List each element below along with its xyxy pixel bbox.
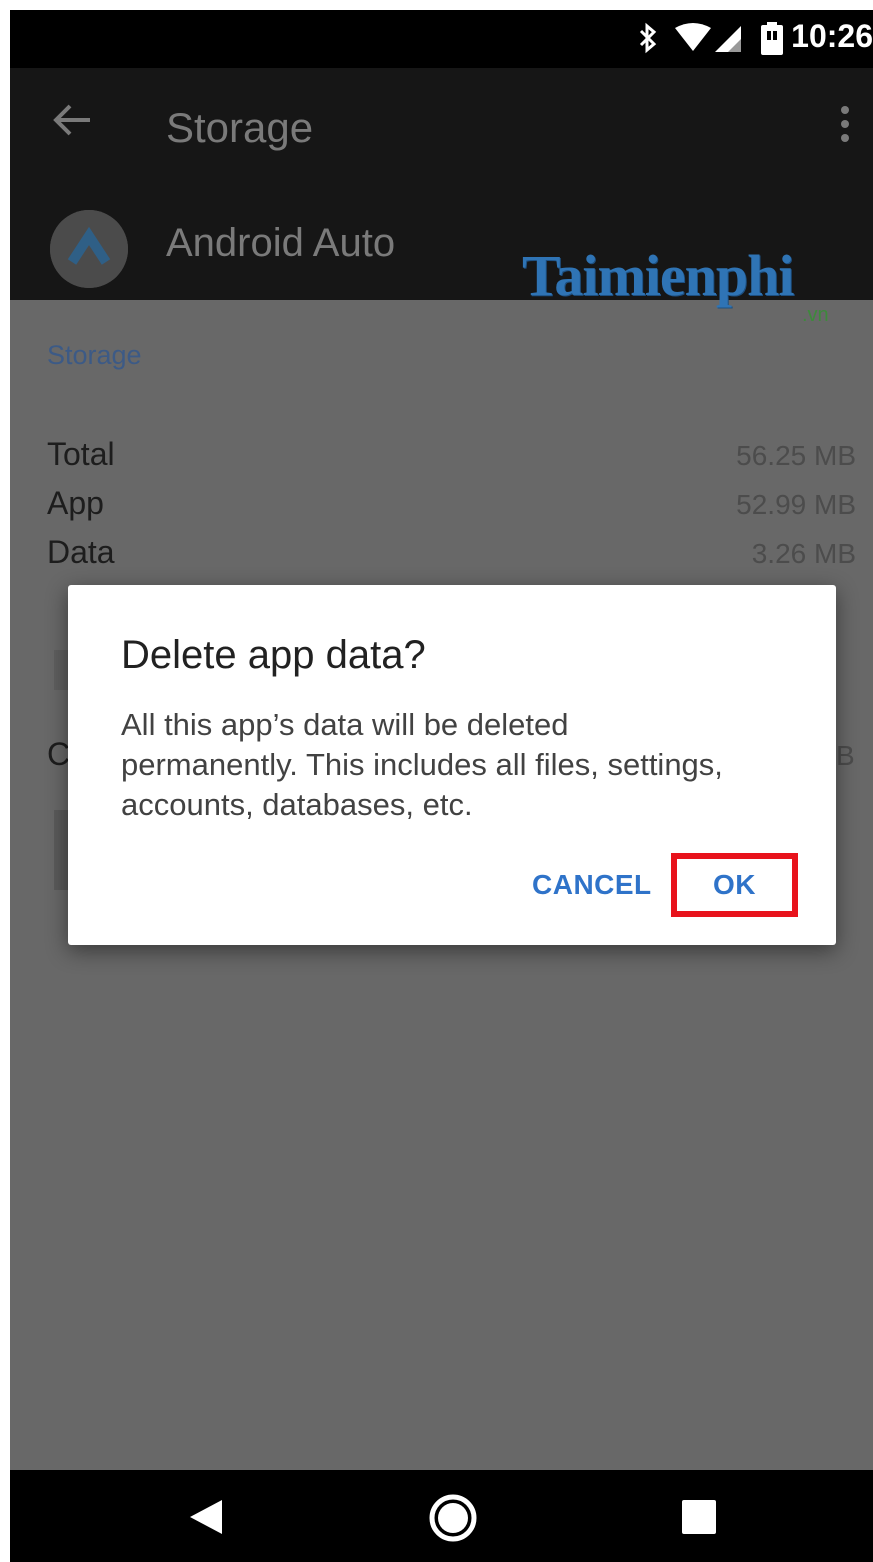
storage-section-label: Storage xyxy=(47,340,142,370)
phone-screen: 10:26 Storage Android Auto Taimienphi .v… xyxy=(10,10,873,1562)
dialog-message: All this app’s data will be deleted perm… xyxy=(121,707,723,822)
page-title: Storage xyxy=(166,104,314,151)
dialog-title: Delete app data? xyxy=(121,633,426,677)
navigation-bar xyxy=(10,1470,873,1562)
data-value: 3.26 MB xyxy=(751,538,856,569)
watermark-suffix: .vn xyxy=(802,304,829,326)
cancel-button[interactable]: CANCEL xyxy=(532,869,652,901)
app-size-label: App xyxy=(47,485,104,521)
app-name: Android Auto xyxy=(166,221,396,265)
battery-icon xyxy=(760,22,784,61)
arrow-left-icon[interactable] xyxy=(50,98,94,147)
status-time: 10:26 xyxy=(791,18,873,54)
android-auto-icon xyxy=(50,210,128,288)
cache-label: C xyxy=(47,736,71,772)
status-bar: 10:26 xyxy=(10,10,873,68)
nav-back-icon[interactable] xyxy=(188,1498,224,1541)
total-value: 56.25 MB xyxy=(736,440,856,471)
delete-data-dialog: Delete app data? All this app’s data wil… xyxy=(68,585,836,945)
data-label: Data xyxy=(47,534,115,570)
nav-home-icon[interactable] xyxy=(428,1493,478,1548)
bluetooth-icon xyxy=(638,22,658,59)
wifi-icon xyxy=(674,22,712,59)
cache-value: B xyxy=(836,740,855,771)
watermark-logo: Taimienphi xyxy=(522,243,795,308)
app-header: Storage Android Auto Taimienphi .vn xyxy=(10,68,873,326)
ok-button[interactable]: OK xyxy=(671,853,798,917)
app-size-value: 52.99 MB xyxy=(736,489,856,520)
total-label: Total xyxy=(47,436,115,472)
more-vert-icon[interactable] xyxy=(839,104,851,149)
nav-recents-icon[interactable] xyxy=(682,1500,716,1534)
cellular-signal-icon xyxy=(714,22,742,59)
